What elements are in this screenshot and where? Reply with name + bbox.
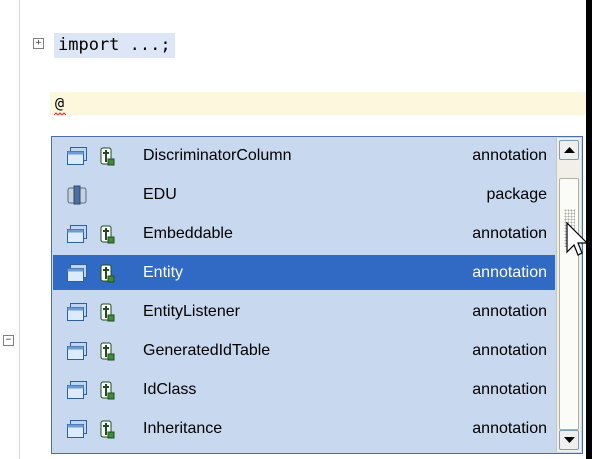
editor-gutter-divider	[19, 0, 20, 459]
scroll-down-button[interactable]	[559, 430, 579, 450]
annotation-type-icon	[66, 341, 88, 361]
scroll-up-button[interactable]	[559, 140, 579, 160]
completion-item[interactable]: IdClass annotation	[53, 372, 555, 407]
annotation-type-icon	[66, 146, 88, 166]
code-completion-popup: DiscriminatorColumn annotation EDU package E…	[51, 136, 583, 454]
completion-item-kind: annotation	[472, 342, 547, 359]
fold-class-collapse-icon[interactable]: −	[3, 335, 14, 346]
completion-item-name: GeneratedIdTable	[143, 342, 271, 359]
annotation-badge-icon	[99, 419, 115, 439]
arrow-up-icon	[564, 147, 575, 153]
completion-item-kind: annotation	[472, 147, 547, 164]
current-line-highlight	[50, 92, 586, 115]
arrow-down-icon	[564, 437, 575, 443]
completion-item-name: Entity	[143, 264, 184, 281]
annotation-type-icon	[66, 419, 88, 439]
completion-item-name: IdClass	[143, 381, 197, 398]
fold-import-expand-icon[interactable]: +	[33, 38, 44, 49]
annotation-badge-icon	[99, 302, 115, 322]
completion-item-kind: annotation	[472, 420, 547, 437]
annotation-badge-icon	[99, 380, 115, 400]
completion-item-kind: annotation	[472, 381, 547, 398]
package-icon	[66, 185, 88, 205]
annotation-badge-icon	[99, 224, 115, 244]
annotation-badge-icon	[99, 263, 115, 283]
completion-item-name: Inheritance	[143, 420, 223, 437]
completion-scrollbar[interactable]	[556, 138, 581, 452]
annotation-type-icon	[66, 263, 88, 283]
annotation-type-icon	[66, 380, 88, 400]
completion-item[interactable]: GeneratedIdTable annotation	[53, 333, 555, 368]
completion-item-name: EntityListener	[143, 303, 240, 320]
annotation-type-icon	[66, 302, 88, 322]
error-squiggle	[54, 112, 66, 116]
completion-item[interactable]: EDU package	[53, 177, 555, 212]
completion-item[interactable]: DiscriminatorColumn annotation	[53, 138, 555, 173]
completion-item-kind: package	[486, 186, 548, 203]
completion-item-kind: annotation	[472, 225, 547, 242]
completion-item[interactable]: EntityListener annotation	[53, 294, 555, 329]
current-line-text[interactable]: @	[55, 94, 64, 112]
completion-item-name: EDU	[143, 186, 177, 203]
scroll-thumb[interactable]	[559, 178, 579, 430]
annotation-type-icon	[66, 224, 88, 244]
completion-item[interactable]: Entity annotation	[53, 255, 555, 290]
annotation-badge-icon	[99, 146, 115, 166]
completion-item-kind: annotation	[472, 303, 547, 320]
completion-item-name: Embeddable	[143, 225, 233, 242]
import-statement[interactable]: import ...;	[54, 33, 175, 58]
completion-item-name: DiscriminatorColumn	[143, 147, 292, 164]
completion-item-kind: annotation	[472, 264, 547, 281]
code-editor[interactable]: + import ...; @ − DiscriminatorColumn ann…	[0, 0, 588, 459]
completion-item[interactable]: Embeddable annotation	[53, 216, 555, 251]
annotation-badge-icon	[99, 341, 115, 361]
completion-item[interactable]: Inheritance annotation	[53, 411, 555, 446]
mouse-pointer-icon	[566, 222, 588, 256]
